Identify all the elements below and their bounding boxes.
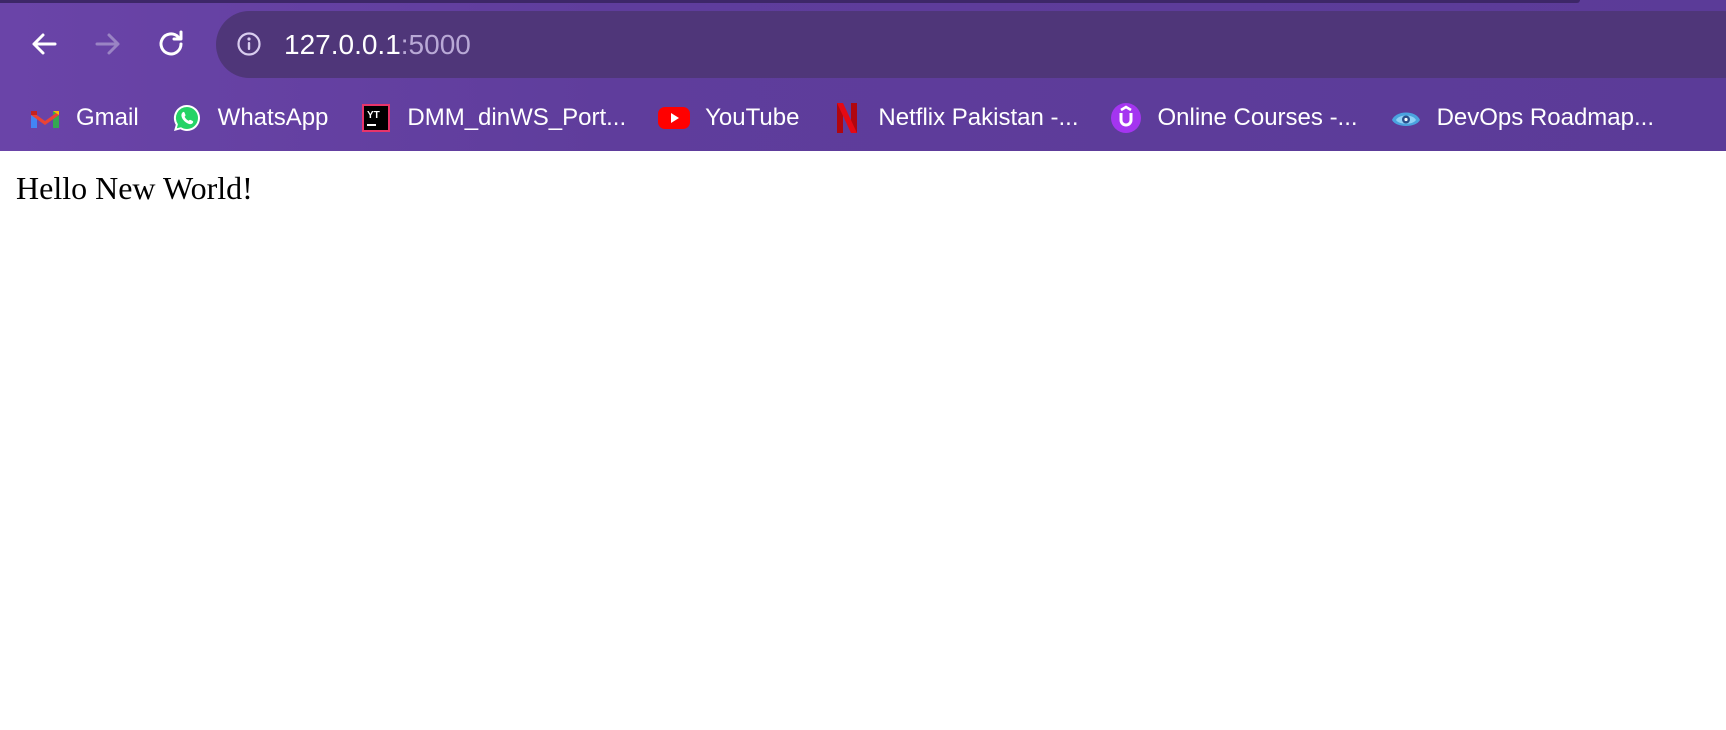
arrow-right-icon	[95, 33, 120, 55]
reload-button[interactable]	[152, 24, 192, 64]
bookmark-label: WhatsApp	[217, 104, 329, 131]
url-text[interactable]: 127.0.0.1:5000	[284, 28, 471, 62]
bookmark-label: DMM_dinWS_Port...	[407, 104, 627, 131]
whatsapp-icon	[170, 101, 204, 135]
browser-toolbar: 127.0.0.1:5000	[0, 8, 1726, 80]
gmail-icon	[28, 101, 62, 135]
bookmark-gmail[interactable]: Gmail	[28, 98, 139, 138]
bookmark-devops-roadmap[interactable]: DevOps Roadmap...	[1389, 98, 1654, 138]
bookmark-label: Online Courses -...	[1157, 104, 1358, 131]
forward-button[interactable]	[88, 24, 128, 64]
bookmark-whatsapp[interactable]: WhatsApp	[170, 98, 329, 138]
bookmark-label: YouTube	[705, 104, 800, 131]
netflix-icon	[830, 101, 864, 135]
bookmarks-bar: Gmail WhatsApp YT DMM_dinWS_Port... YouT…	[0, 94, 1726, 142]
bookmark-youtube[interactable]: YouTube	[657, 98, 799, 138]
reload-icon	[159, 30, 183, 56]
url-host: 127.0.0.1	[284, 29, 401, 60]
jetbrains-yt-icon: YT	[359, 101, 393, 135]
info-icon[interactable]	[236, 31, 262, 57]
bookmark-label: DevOps Roadmap...	[1436, 104, 1654, 131]
bookmark-dmm-dinws[interactable]: YT DMM_dinWS_Port...	[359, 98, 626, 138]
back-button[interactable]	[24, 24, 64, 64]
youtube-icon	[657, 101, 691, 135]
svg-text:YT: YT	[367, 110, 380, 121]
bookmark-online-courses[interactable]: Online Courses -...	[1109, 98, 1358, 138]
page-body-text: Hello New World!	[16, 170, 253, 206]
arrow-left-icon	[32, 33, 57, 55]
url-port: :5000	[400, 29, 471, 60]
tab-strip-edge	[0, 0, 1580, 3]
udemy-icon	[1109, 101, 1143, 135]
roadmap-eye-icon	[1389, 101, 1423, 135]
bookmark-label: Gmail	[76, 104, 139, 131]
bookmark-label: Netflix Pakistan -...	[878, 104, 1079, 131]
browser-chrome: 127.0.0.1:5000 Gmail WhatsApp YT DMM_din…	[0, 0, 1726, 151]
bookmark-netflix[interactable]: Netflix Pakistan -...	[830, 98, 1078, 138]
address-bar[interactable]: 127.0.0.1:5000	[216, 11, 1726, 78]
